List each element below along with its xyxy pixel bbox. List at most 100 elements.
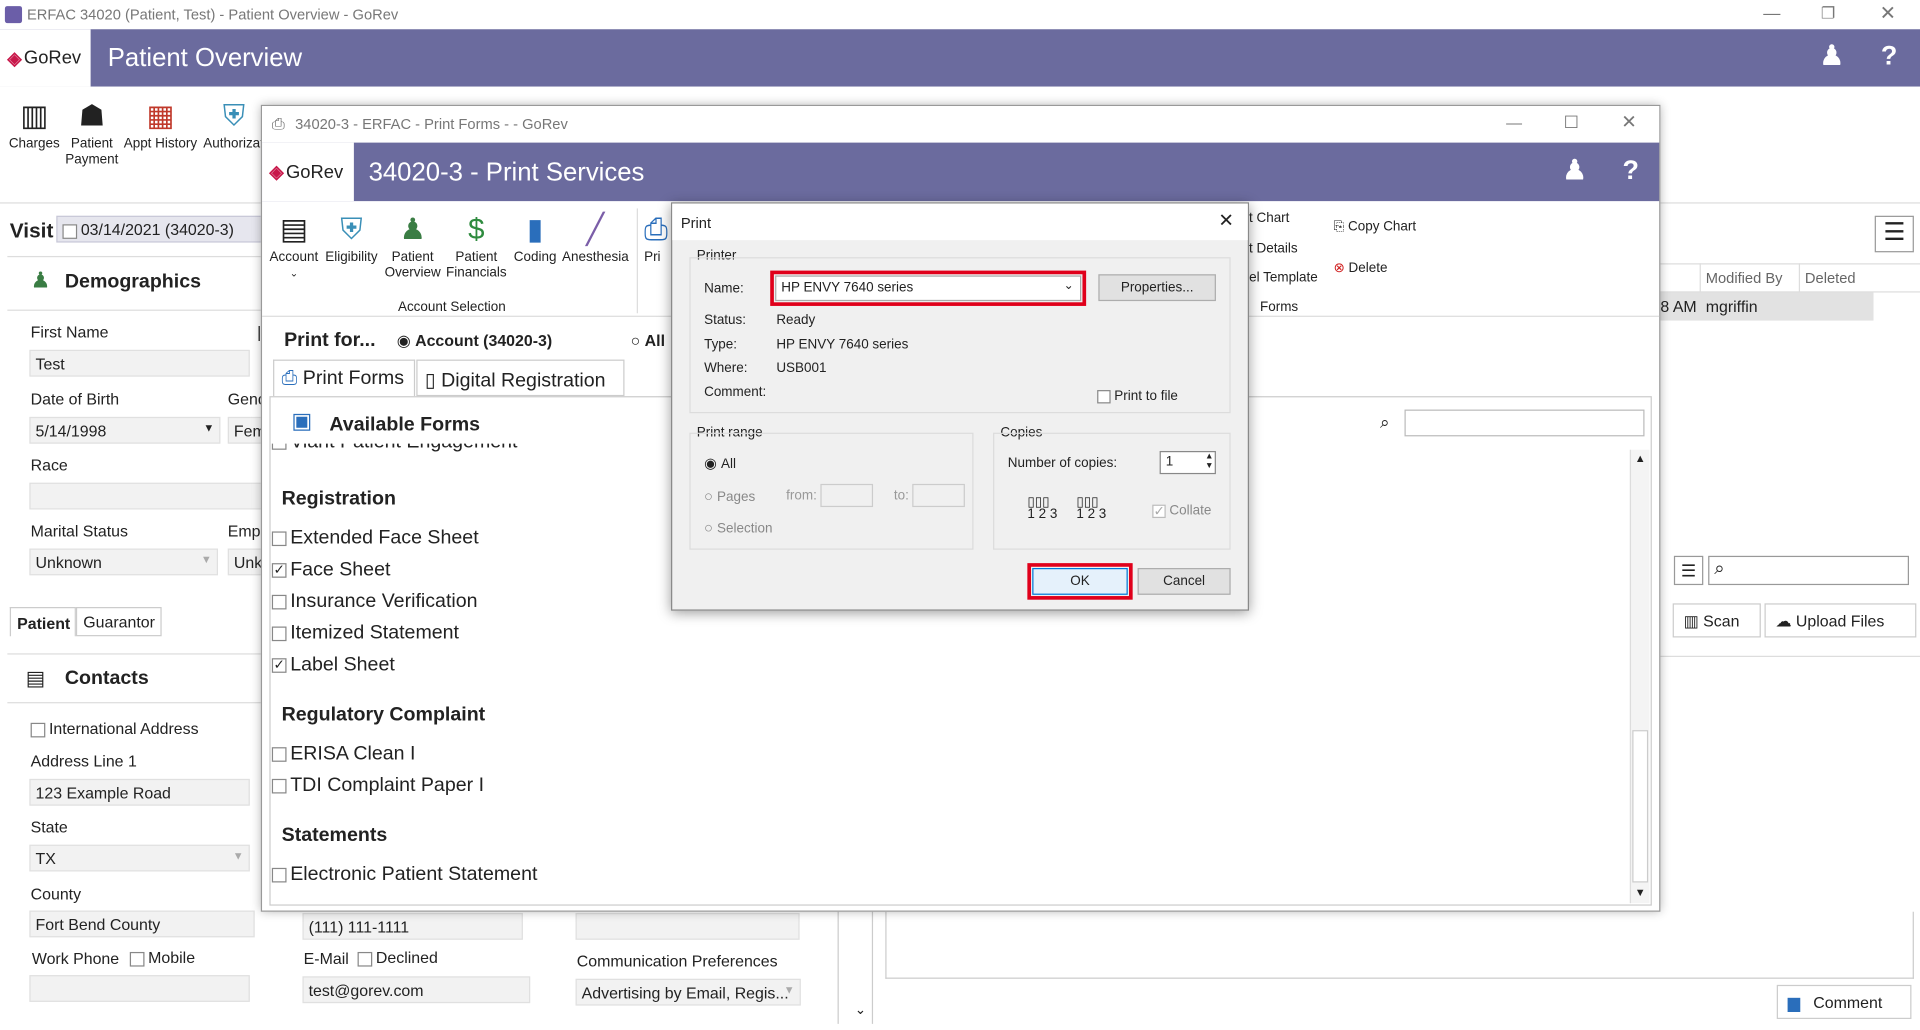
appt-history-button[interactable]: ▦ Appt History — [122, 98, 198, 153]
close-icon[interactable]: ✕ — [1621, 111, 1636, 133]
close-icon[interactable]: ✕ — [1218, 210, 1233, 232]
list-item[interactable]: Extended Face Sheet — [271, 528, 479, 550]
eligibility-button[interactable]: ⛨ Eligibility — [324, 211, 378, 266]
close-icon[interactable]: ✕ — [1880, 1, 1896, 25]
patient-overview-button[interactable]: ♟ Patient Overview — [384, 211, 441, 282]
ok-button[interactable]: OK — [1032, 568, 1128, 595]
intl-address-checkbox[interactable]: International Address — [30, 719, 199, 737]
account-button[interactable]: ▤ Account ⌄ — [269, 211, 319, 282]
help-icon[interactable]: ? — [1622, 155, 1638, 187]
all-radio[interactable]: ◉ All — [704, 455, 736, 472]
details-item[interactable]: t Details — [1249, 241, 1298, 256]
book-plus-icon: ▮ — [527, 213, 544, 247]
patient-financials-button[interactable]: $ Patient Financials — [444, 211, 508, 282]
state-field[interactable]: TX ▼ — [29, 844, 250, 872]
user-key-icon[interactable]: ♟ — [1820, 40, 1844, 72]
delete-button[interactable]: ⊗ Delete — [1333, 260, 1387, 276]
print-dialog: Print ✕ Printer Name: HP ENVY 7640 serie… — [671, 202, 1249, 611]
race-label: Race — [30, 455, 68, 475]
anesthesia-button[interactable]: ╱ Anesthesia — [562, 211, 629, 266]
properties-button[interactable]: Properties... — [1098, 274, 1216, 302]
template-item[interactable]: bel Template — [1242, 271, 1318, 286]
help-icon[interactable]: ? — [1881, 40, 1897, 72]
comm-pref-field[interactable]: Advertising by Email, Regis... ▼ — [575, 978, 801, 1006]
dob-label: Date of Birth — [30, 390, 120, 409]
first-name-field[interactable]: Test — [29, 349, 250, 377]
maximize-icon[interactable]: ☐ — [1564, 112, 1579, 133]
spinner-arrows-icon[interactable]: ▲ ▼ — [1205, 452, 1213, 472]
list-item[interactable]: Itemized Statement — [271, 623, 459, 645]
scan-button[interactable]: ▥ Scan — [1672, 603, 1761, 638]
scroll-down-icon[interactable]: ▼ — [1635, 886, 1646, 898]
window-titlebar: ERFAC 34020 (Patient, Test) - Patient Ov… — [0, 0, 1920, 30]
scroll-up-icon[interactable]: ▲ — [1635, 452, 1646, 464]
print-to-file-checkbox[interactable]: Print to file — [1097, 389, 1178, 403]
minimize-icon[interactable]: — — [1763, 2, 1780, 22]
calendar-icon: ▦ — [146, 99, 175, 133]
all-radio[interactable]: ○ All — [631, 332, 665, 350]
tab-guarantor[interactable]: Guarantor — [75, 607, 162, 637]
authorization-button[interactable]: ⛨ Authorizat — [203, 98, 264, 153]
declined-checkbox[interactable]: Declined — [357, 948, 438, 967]
radio-icon: ○ — [704, 487, 718, 505]
scrollbar-thumb[interactable] — [1632, 730, 1649, 883]
barcode-icon: ▥ — [20, 99, 49, 133]
forms-search-input[interactable] — [1404, 409, 1645, 437]
list-menu-icon[interactable]: ☰ — [1673, 555, 1704, 586]
email-field[interactable]: test@gorev.com — [302, 976, 531, 1004]
restore-icon[interactable]: ❐ — [1821, 4, 1835, 24]
upload-files-button[interactable]: ☁ Upload Files — [1764, 603, 1917, 638]
num-copies-spinner[interactable]: 1 ▲ ▼ — [1159, 450, 1216, 475]
scroll-down-icon[interactable]: ⌄ — [855, 1002, 866, 1018]
list-item[interactable]: Viant Patient Engagement — [271, 443, 518, 454]
search-input[interactable]: ⌕ — [1708, 555, 1909, 586]
tab-print-forms[interactable]: ⎙ Print Forms — [273, 359, 416, 397]
tab-patient[interactable]: Patient — [9, 607, 76, 637]
chart-item[interactable]: t Chart — [1249, 211, 1289, 226]
cancel-button[interactable]: Cancel — [1137, 568, 1231, 595]
contact-extra-field[interactable] — [575, 912, 800, 940]
marital-field[interactable]: Unknown ▼ — [29, 548, 218, 576]
list-item[interactable]: Electronic Patient Statement — [271, 864, 537, 886]
county-field[interactable]: Fort Bend County — [29, 910, 255, 938]
payment-icon: ☗ — [78, 99, 106, 133]
minimize-icon[interactable]: — — [1506, 113, 1522, 131]
first-name-label: First Name — [30, 323, 109, 342]
group-registration: Registration — [281, 488, 396, 510]
phone-field[interactable]: (111) 111-1111 — [302, 912, 523, 940]
charges-button[interactable]: ▥ Charges — [5, 98, 64, 153]
visit-select[interactable]: 03/14/2021 (34020-3) — [56, 215, 263, 243]
patient-payment-button[interactable]: ☗ Patient Payment — [64, 98, 120, 169]
gender-field[interactable]: Fem — [227, 416, 266, 444]
employment-field[interactable]: Unk — [227, 548, 265, 576]
mobile-checkbox[interactable]: Mobile — [129, 948, 195, 967]
list-item[interactable]: ERISA Clean I — [271, 744, 415, 766]
status-value: Ready — [776, 313, 816, 328]
tab-digital-registration[interactable]: ▯ Digital Registration — [416, 359, 625, 397]
pages-radio[interactable]: ○ Pages — [704, 488, 755, 505]
copy-chart-button[interactable]: ⎘ Copy Chart — [1333, 219, 1416, 235]
race-field[interactable] — [29, 482, 265, 510]
to-input[interactable] — [912, 483, 965, 508]
printer-name-select[interactable]: HP ENVY 7640 series ⌄ — [775, 275, 1082, 302]
list-item[interactable]: ✓ Label Sheet — [271, 655, 395, 677]
demographics-title: Demographics — [64, 271, 201, 293]
collate-checkbox[interactable]: ✓ Collate — [1152, 503, 1211, 518]
coding-button[interactable]: ▮ Coding — [512, 211, 559, 266]
hamburger-menu-icon[interactable]: ☰ — [1874, 215, 1914, 253]
modified-by-header: Modified By — [1705, 269, 1783, 287]
list-item[interactable]: Insurance Verification — [271, 591, 478, 613]
comment-button[interactable]: ▆ Comment — [1776, 984, 1912, 1020]
print-button[interactable]: ⎙ Pri — [644, 211, 668, 266]
list-item[interactable]: TDI Complaint Paper I — [271, 775, 484, 797]
work-phone-field[interactable] — [29, 975, 250, 1002]
radio-selected-icon: ◉ — [396, 331, 416, 350]
from-input[interactable] — [820, 483, 874, 508]
forms-scrollbar[interactable]: ▲ ▼ — [1629, 449, 1650, 904]
address1-field[interactable]: 123 Example Road — [29, 778, 250, 806]
list-item[interactable]: ✓ Face Sheet — [271, 559, 390, 581]
user-key-icon[interactable]: ♟ — [1562, 155, 1586, 187]
selection-radio[interactable]: ○ Selection — [704, 519, 772, 536]
dob-field[interactable]: 5/14/1998 ▼ — [29, 416, 221, 444]
account-radio[interactable]: ◉ Account (34020-3) — [397, 332, 552, 352]
